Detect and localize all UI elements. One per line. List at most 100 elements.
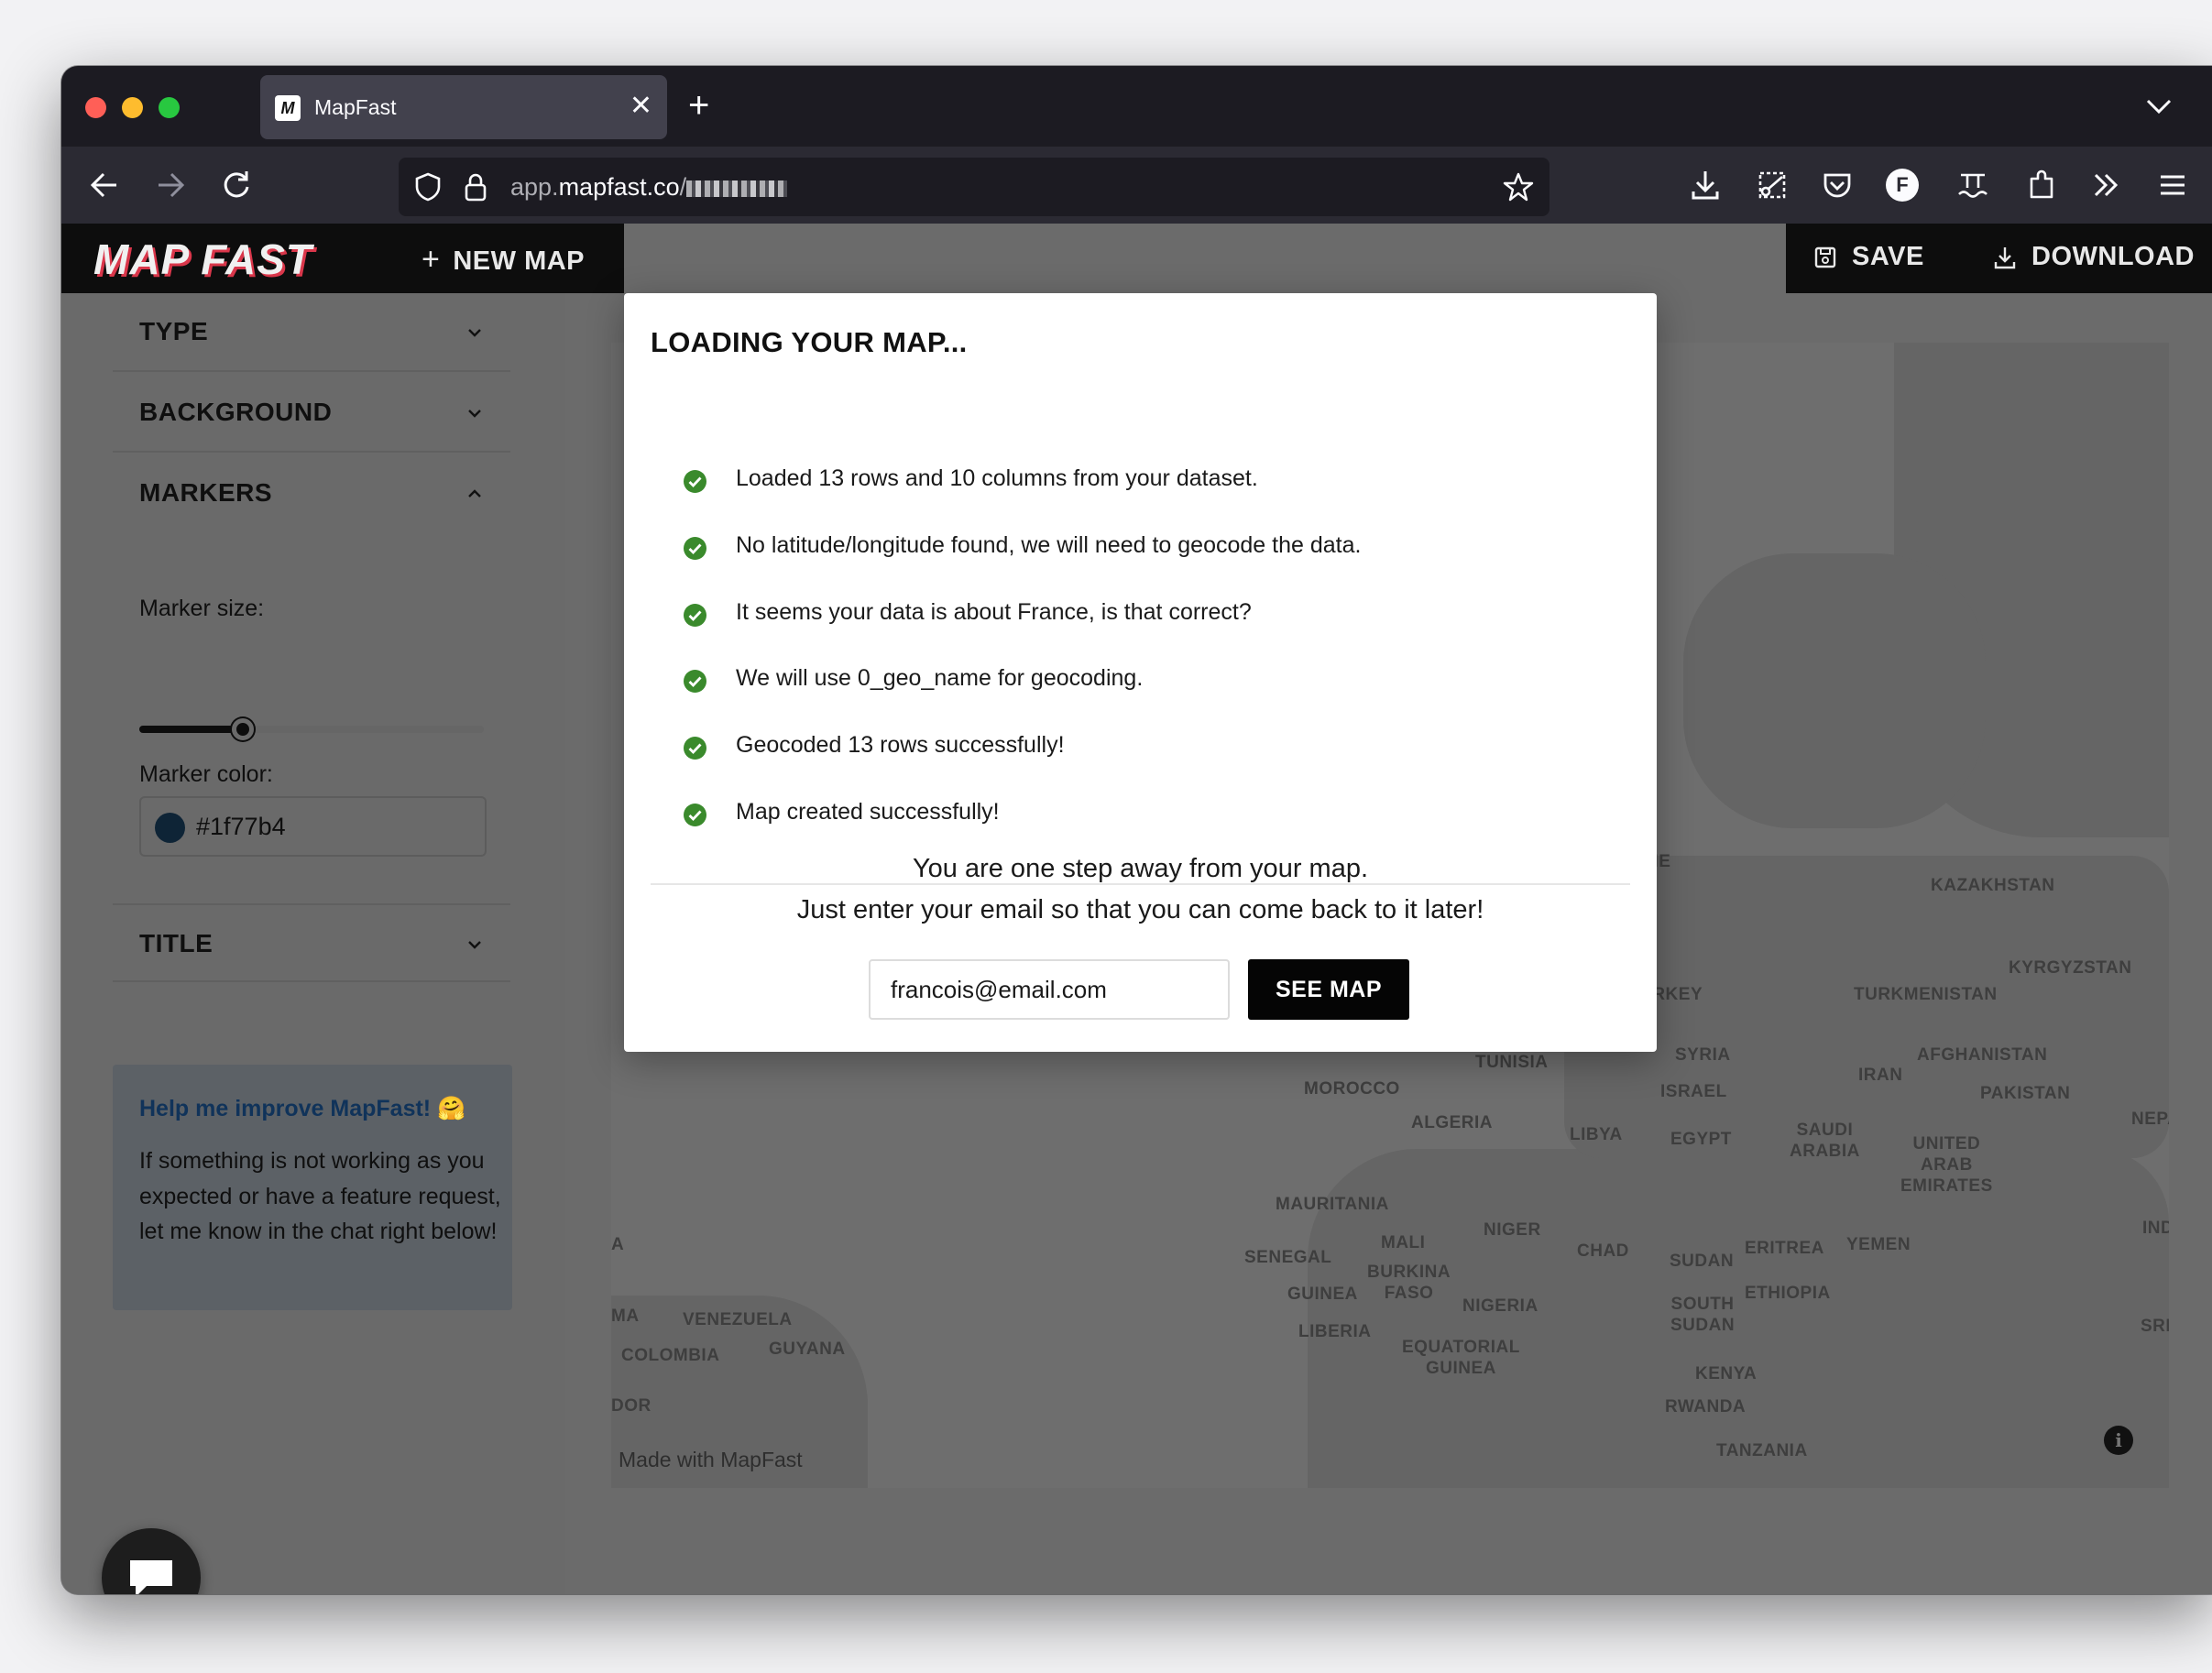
- map-label: NEPA: [2131, 1110, 2169, 1129]
- save-button[interactable]: SAVE: [1852, 242, 1924, 272]
- download-app-icon: [1994, 247, 2016, 269]
- app-header-left: MAP FAST + NEW MAP: [61, 224, 624, 293]
- screenshot-icon[interactable]: [1753, 166, 1791, 204]
- new-map-button[interactable]: + NEW MAP: [422, 242, 585, 278]
- help-box: Help me improve MapFast! 🤗 If something …: [113, 1065, 512, 1310]
- check-circle-icon: [684, 804, 706, 826]
- browser-tab[interactable]: M MapFast ✕: [260, 75, 667, 139]
- map-label: TUNISIA: [1475, 1053, 1549, 1072]
- map-label: IRAN: [1858, 1066, 1903, 1085]
- map-label: TURKMENISTAN: [1854, 985, 1998, 1004]
- shield-icon[interactable]: [411, 170, 444, 203]
- marker-color-input[interactable]: #1f77b4: [139, 796, 487, 857]
- overflow-icon[interactable]: [2086, 166, 2125, 204]
- save-icon: [1814, 246, 1836, 268]
- map-label: KENYA: [1695, 1364, 1758, 1383]
- check-circle-icon: [684, 537, 706, 560]
- close-window-button[interactable]: [85, 97, 106, 118]
- url-redacted-path: [686, 180, 788, 197]
- tab-list-chevron-icon[interactable]: [2142, 90, 2175, 123]
- map-label: CHAD: [1577, 1241, 1629, 1261]
- chat-bubble-icon: [130, 1560, 172, 1594]
- check-circle-icon: [684, 604, 706, 627]
- marker-size-slider[interactable]: [139, 718, 484, 740]
- translate-icon[interactable]: [1954, 166, 1992, 204]
- cta-line-2: Just enter your email so that you can co…: [796, 895, 1484, 924]
- map-label: ETHIOPIA: [1745, 1284, 1831, 1303]
- tab-title: MapFast: [314, 95, 397, 119]
- check-circle-icon: [684, 670, 706, 693]
- extensions-icon[interactable]: [2022, 166, 2061, 204]
- plus-icon: +: [422, 242, 441, 277]
- section-background[interactable]: BACKGROUND: [113, 374, 510, 453]
- map-label: MA: [611, 1307, 640, 1326]
- star-icon[interactable]: [1502, 170, 1535, 203]
- map-label: KAZAKHSTAN: [1931, 876, 2055, 895]
- close-tab-icon[interactable]: ✕: [630, 88, 652, 125]
- step-text: Geocoded 13 rows successfully!: [736, 732, 1065, 758]
- marker-size-slider-thumb[interactable]: [232, 718, 254, 740]
- info-icon[interactable]: i: [2104, 1426, 2133, 1455]
- map-label: NIGER: [1484, 1220, 1541, 1240]
- chevron-up-icon: [468, 489, 481, 498]
- map-label: BURKINA FASO: [1367, 1263, 1451, 1303]
- section-title-title: TITLE: [139, 929, 214, 957]
- map-label: LIBYA: [1570, 1125, 1623, 1144]
- made-with-mapfast[interactable]: Made with MapFast: [619, 1448, 803, 1472]
- marker-color-value: #1f77b4: [196, 813, 286, 840]
- europe-landmass: [1683, 553, 1986, 828]
- app-header-right: SAVE DOWNLOAD: [1786, 224, 2212, 293]
- download-button[interactable]: DOWNLOAD: [2031, 242, 2195, 272]
- help-body: If something is not working as you expec…: [139, 1148, 501, 1244]
- email-input[interactable]: [869, 959, 1230, 1020]
- africa-landmass: [1308, 1149, 2169, 1488]
- map-label: ALGERIA: [1411, 1113, 1493, 1132]
- mapfast-favicon-icon: M: [275, 95, 301, 121]
- map-label: INDIA: [2142, 1219, 2169, 1238]
- map-label: MAURITANIA: [1276, 1195, 1389, 1214]
- marker-color-swatch[interactable]: [155, 813, 185, 843]
- back-arrow-icon[interactable]: [85, 166, 124, 204]
- minimize-window-button[interactable]: [122, 97, 143, 118]
- map-label: NIGERIA: [1462, 1296, 1539, 1316]
- map-label: SOUTH SUDAN: [1670, 1295, 1736, 1335]
- url-bar[interactable]: app.mapfast.co/: [399, 158, 1549, 216]
- map-label: UNITED ARAB EMIRATES: [1900, 1134, 1993, 1196]
- download-icon[interactable]: [1686, 166, 1725, 204]
- map-label: MALI: [1381, 1233, 1426, 1252]
- new-tab-button[interactable]: +: [688, 82, 709, 128]
- menu-icon[interactable]: [2153, 166, 2192, 204]
- see-map-button[interactable]: SEE MAP: [1248, 959, 1409, 1020]
- map-label: YEMEN: [1846, 1235, 1911, 1254]
- map-label: DOR: [611, 1396, 652, 1416]
- lock-icon[interactable]: [461, 170, 490, 203]
- marker-size-label: Marker size:: [139, 596, 265, 621]
- loading-modal: LOADING YOUR MAP... Loaded 13 rows and 1…: [624, 293, 1657, 1052]
- chevron-down-icon: [468, 941, 481, 949]
- map-label: SUDAN: [1670, 1252, 1735, 1271]
- chat-button[interactable]: [102, 1528, 201, 1594]
- map-label: PAKISTAN: [1980, 1084, 2071, 1103]
- map-label: SYRIA: [1675, 1045, 1731, 1065]
- section-title-settings[interactable]: TITLE: [113, 903, 510, 982]
- url-text[interactable]: app.mapfast.co/: [510, 173, 788, 202]
- map-label: ISRAEL: [1660, 1082, 1727, 1101]
- map-label: TANZANIA: [1716, 1441, 1808, 1460]
- section-markers[interactable]: MARKERS: [113, 454, 510, 533]
- pocket-icon[interactable]: [1818, 166, 1856, 204]
- mapfast-app: MAP FAST + NEW MAP SAVE DOWNLOAD TYPE BA…: [61, 224, 2212, 1594]
- step-text: We will use 0_geo_name for geocoding.: [736, 665, 1144, 691]
- map-label: SAUDI ARABIA: [1790, 1121, 1860, 1161]
- zoom-window-button[interactable]: [159, 97, 180, 118]
- check-circle-icon: [684, 737, 706, 760]
- step-text: No latitude/longitude found, we will nee…: [736, 532, 1362, 558]
- account-icon[interactable]: F: [1886, 169, 1919, 202]
- map-label: A: [611, 1235, 625, 1254]
- reload-icon[interactable]: [217, 166, 256, 204]
- forward-arrow-icon[interactable]: [151, 166, 190, 204]
- map-label: SRI LANKA: [2141, 1317, 2169, 1336]
- mapfast-logo[interactable]: MAP FAST: [93, 235, 312, 284]
- section-type[interactable]: TYPE: [113, 293, 510, 372]
- map-label: SENEGAL: [1244, 1248, 1332, 1267]
- map-label: RWANDA: [1665, 1397, 1747, 1416]
